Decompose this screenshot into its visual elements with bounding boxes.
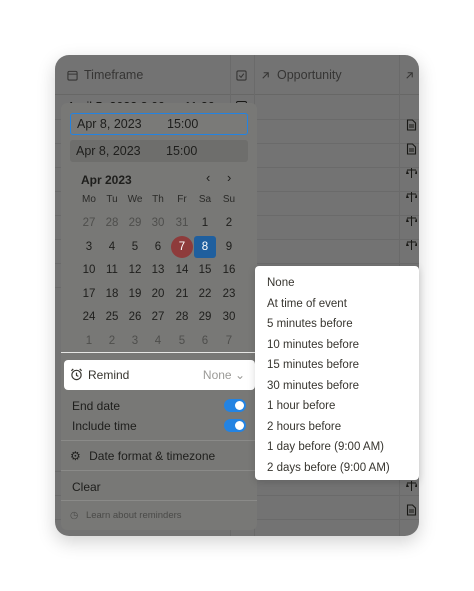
row-checkbox[interactable] [236, 101, 247, 112]
calendar-icon [67, 70, 78, 81]
checkbox-column-header[interactable] [236, 55, 247, 95]
opportunity-header-label: Opportunity [277, 68, 342, 82]
relation-arrow-icon [406, 71, 413, 79]
remind-option[interactable]: 5 minutes before [267, 315, 353, 333]
remind-option[interactable]: 1 day before (9:00 AM) [267, 438, 384, 456]
scale-icon[interactable] [406, 480, 417, 492]
timeframe-column-header[interactable]: Timeframe [67, 55, 143, 95]
page-icon[interactable] [406, 143, 417, 155]
table-header: Timeframe Opportunity [55, 55, 419, 95]
page-icon[interactable] [406, 504, 417, 516]
scale-icon[interactable] [406, 167, 417, 179]
remind-option[interactable]: At time of event [267, 295, 347, 313]
timeframe-cell[interactable]: April 5, 2023 8:00 → 11:30 [67, 95, 215, 119]
remind-option[interactable]: 10 minutes before [267, 336, 359, 354]
opportunity-column-header[interactable]: Opportunity [260, 55, 342, 95]
remind-option[interactable]: 2 days before (9:00 AM) [267, 459, 390, 477]
row-divider [55, 215, 419, 216]
relation-arrow-icon [262, 71, 269, 79]
page-icon[interactable] [406, 119, 417, 131]
scale-icon[interactable] [406, 215, 417, 227]
timeframe-header-label: Timeframe [84, 68, 144, 82]
remind-option[interactable]: 30 minutes before [267, 377, 359, 395]
remind-options-menu: None At time of event 5 minutes before 10 m… [255, 266, 419, 480]
row-divider [55, 191, 419, 192]
remind-option[interactable]: 2 hours before [267, 418, 341, 436]
relation-column-header[interactable] [404, 55, 415, 95]
scale-icon[interactable] [406, 239, 417, 251]
row-divider [55, 119, 419, 120]
row-divider [55, 519, 419, 520]
row-divider [55, 143, 419, 144]
column-divider [230, 55, 231, 536]
row-divider [55, 495, 419, 496]
remind-option[interactable]: None [267, 274, 295, 292]
checkbox-icon [236, 69, 247, 81]
row-divider [55, 263, 419, 264]
row-divider [55, 167, 419, 168]
scale-icon[interactable] [406, 191, 417, 203]
remind-option[interactable]: 1 hour before [267, 397, 335, 415]
remind-option[interactable]: 15 minutes before [267, 356, 359, 374]
row-divider [55, 239, 419, 240]
